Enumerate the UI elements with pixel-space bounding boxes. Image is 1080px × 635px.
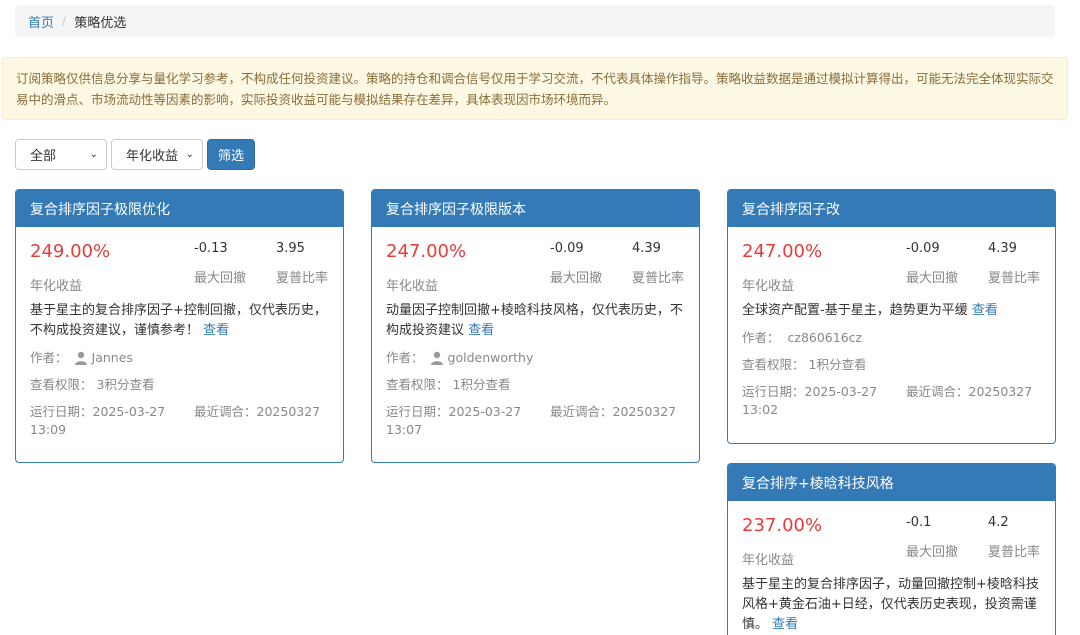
author-label: 作者： xyxy=(742,330,780,345)
run-date-label: 运行日期： xyxy=(742,384,805,399)
view-link[interactable]: 查看 xyxy=(468,323,494,338)
author-name: goldenworthy xyxy=(447,350,534,365)
permission-row: 查看权限： 1积分查看 xyxy=(386,376,685,394)
sort-select[interactable]: 年化收益 ⌄ xyxy=(111,139,203,170)
category-select-value: 全部 xyxy=(30,149,57,164)
recent-rebalance-value: 20250327 xyxy=(256,404,321,419)
dates-row: 运行日期：2025-03-27 13:07 最近调合：20250327 xyxy=(386,403,685,439)
sharpe-label: 夏普比率 xyxy=(988,545,1041,560)
disclaimer-notice: 订阅策略仅供信息分享与量化学习参考，不构成任何投资建议。策略的持仓和调合信号仅用… xyxy=(2,57,1068,120)
max-drawdown-label: 最大回撤 xyxy=(550,271,603,286)
strategy-card[interactable]: 复合排序因子极限优化 249.00% 年化收益 -0.13 最大回撤 3.95 … xyxy=(15,189,344,463)
dates-row: 运行日期：2025-03-27 13:09 最近调合：20250327 xyxy=(30,403,329,439)
strategy-description: 全球资产配置-基于星主，趋势更为平缓 查看 xyxy=(742,301,1041,321)
sharpe-label: 夏普比率 xyxy=(276,271,329,286)
strategy-metrics: 247.00% 年化收益 -0.09 最大回撤 4.39 夏普比率 xyxy=(742,237,1041,294)
run-date: 运行日期：2025-03-27 13:02 xyxy=(742,383,902,419)
strategy-card[interactable]: 复合排序因子改 247.00% 年化收益 -0.09 最大回撤 4.39 夏普比… xyxy=(727,189,1056,444)
permission-row: 查看权限： 3积分查看 xyxy=(30,376,329,394)
strategy-card[interactable]: 复合排序+棱晗科技风格 237.00% 年化收益 -0.1 最大回撤 4.2 夏… xyxy=(727,463,1056,635)
sort-select-value: 年化收益 xyxy=(126,149,179,164)
recent-rebalance-value: 20250327 xyxy=(968,384,1033,399)
breadcrumb-current: 策略优选 xyxy=(74,15,127,31)
author-row: 作者： cz860616cz xyxy=(742,329,1041,347)
recent-rebalance-label: 最近调合： xyxy=(550,404,613,419)
sharpe-value: 4.2 xyxy=(988,515,1009,530)
recent-rebalance-value: 20250327 xyxy=(612,404,677,419)
annual-return-label: 年化收益 xyxy=(386,279,439,294)
strategy-metrics: 249.00% 年化收益 -0.13 最大回撤 3.95 夏普比率 xyxy=(30,237,329,294)
filter-bar: 全部 ⌄ 年化收益 ⌄ 筛选 xyxy=(15,139,255,170)
permission-label: 查看权限： xyxy=(30,377,93,392)
annual-return-label: 年化收益 xyxy=(742,279,795,294)
view-link[interactable]: 查看 xyxy=(972,303,998,318)
max-drawdown-value: -0.1 xyxy=(906,515,932,530)
recent-rebalance: 最近调合：20250327 xyxy=(550,403,676,421)
annual-return-value: 237.00% xyxy=(742,515,823,536)
view-link[interactable]: 查看 xyxy=(772,617,798,632)
run-date: 运行日期：2025-03-27 13:07 xyxy=(386,403,546,439)
permission-value: 1积分查看 xyxy=(808,357,867,372)
category-select[interactable]: 全部 ⌄ xyxy=(15,139,107,170)
strategy-card-title[interactable]: 复合排序因子极限优化 xyxy=(16,190,343,227)
recent-rebalance-label: 最近调合： xyxy=(194,404,257,419)
sharpe-value: 4.39 xyxy=(632,241,661,256)
dates-row: 运行日期：2025-03-27 13:02 最近调合：20250327 xyxy=(742,383,1041,419)
strategy-card-title[interactable]: 复合排序+棱晗科技风格 xyxy=(728,464,1055,501)
run-date-label: 运行日期： xyxy=(30,404,93,419)
sharpe-label: 夏普比率 xyxy=(988,271,1041,286)
sharpe-value: 3.95 xyxy=(276,241,305,256)
strategy-description: 基于星主的复合排序因子+控制回撤，仅代表历史，不构成投资建议，谨慎参考！ 查看 xyxy=(30,301,329,341)
sharpe-value: 4.39 xyxy=(988,241,1017,256)
author-name: cz860616cz xyxy=(787,330,863,345)
run-date: 运行日期：2025-03-27 13:09 xyxy=(30,403,190,439)
permission-label: 查看权限： xyxy=(742,357,805,372)
author-row: 作者： goldenworthy xyxy=(386,349,685,367)
max-drawdown-label: 最大回撤 xyxy=(906,271,959,286)
strategy-description: 动量因子控制回撤+棱晗科技风格，仅代表历史，不构成投资建议 查看 xyxy=(386,301,685,341)
max-drawdown-value: -0.13 xyxy=(194,241,228,256)
strategy-metrics: 247.00% 年化收益 -0.09 最大回撤 4.39 夏普比率 xyxy=(386,237,685,294)
annual-return-label: 年化收益 xyxy=(742,553,795,568)
strategy-description: 基于星主的复合排序因子，动量回撤控制+棱晗科技风格+黄金石油+日经，仅代表历史表… xyxy=(742,575,1041,635)
max-drawdown-label: 最大回撤 xyxy=(194,271,247,286)
chevron-down-icon: ⌄ xyxy=(185,149,194,160)
recent-rebalance: 最近调合：20250327 xyxy=(906,383,1032,401)
permission-value: 1积分查看 xyxy=(452,377,511,392)
permission-label: 查看权限： xyxy=(386,377,449,392)
sharpe-label: 夏普比率 xyxy=(632,271,685,286)
author-name: Jannes xyxy=(91,350,133,365)
max-drawdown-value: -0.09 xyxy=(550,241,584,256)
recent-rebalance-label: 最近调合： xyxy=(906,384,969,399)
author-label: 作者： xyxy=(30,350,68,365)
strategy-description-text: 基于星主的复合排序因子+控制回撤，仅代表历史，不构成投资建议，谨慎参考！ xyxy=(30,303,327,338)
breadcrumb-separator: / xyxy=(62,13,67,29)
strategy-description-text: 全球资产配置-基于星主，趋势更为平缓 xyxy=(742,303,968,318)
permission-value: 3积分查看 xyxy=(96,377,155,392)
annual-return-value: 247.00% xyxy=(386,241,467,262)
user-icon xyxy=(430,351,443,365)
strategy-card-title[interactable]: 复合排序因子改 xyxy=(728,190,1055,227)
author-label: 作者： xyxy=(386,350,424,365)
breadcrumb-home-link[interactable]: 首页 xyxy=(28,12,54,31)
user-icon xyxy=(74,351,87,365)
strategy-metrics: 237.00% 年化收益 -0.1 最大回撤 4.2 夏普比率 xyxy=(742,511,1041,568)
filter-button[interactable]: 筛选 xyxy=(207,139,255,170)
view-link[interactable]: 查看 xyxy=(203,323,229,338)
recent-rebalance: 最近调合：20250327 xyxy=(194,403,320,421)
permission-row: 查看权限： 1积分查看 xyxy=(742,356,1041,374)
max-drawdown-value: -0.09 xyxy=(906,241,940,256)
chevron-down-icon: ⌄ xyxy=(89,149,98,160)
author-row: 作者： Jannes xyxy=(30,349,329,367)
run-date-label: 运行日期： xyxy=(386,404,449,419)
strategy-card-title[interactable]: 复合排序因子极限版本 xyxy=(372,190,699,227)
annual-return-value: 249.00% xyxy=(30,241,111,262)
strategy-card[interactable]: 复合排序因子极限版本 247.00% 年化收益 -0.09 最大回撤 4.39 … xyxy=(371,189,700,463)
annual-return-label: 年化收益 xyxy=(30,279,83,294)
annual-return-value: 247.00% xyxy=(742,241,823,262)
max-drawdown-label: 最大回撤 xyxy=(906,545,959,560)
breadcrumb: 首页 / 策略优选 xyxy=(15,5,1055,37)
strategy-description-text: 动量因子控制回撤+棱晗科技风格，仅代表历史，不构成投资建议 xyxy=(386,303,683,338)
